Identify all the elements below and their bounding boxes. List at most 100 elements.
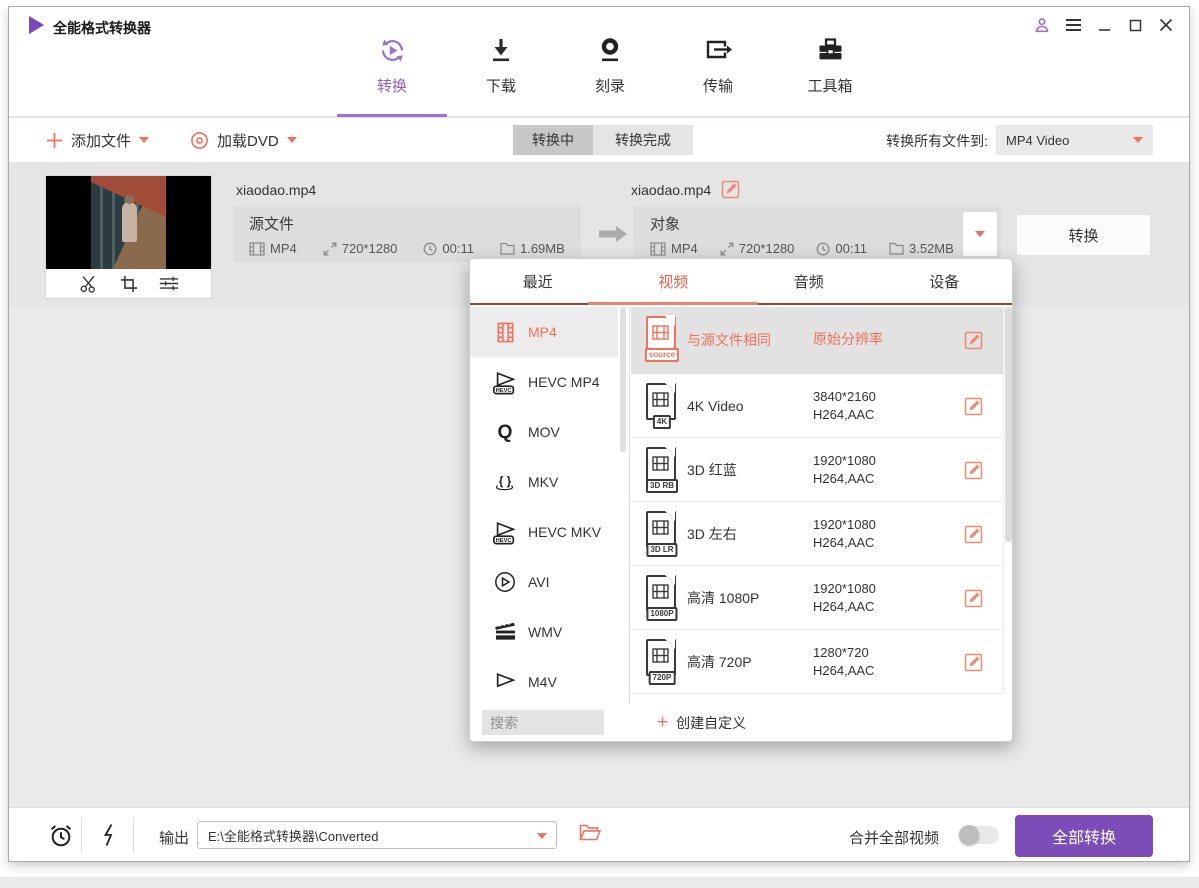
preset-codec: H264,AAC <box>813 407 876 422</box>
output-path-select[interactable] <box>197 821 557 849</box>
edit-preset-icon[interactable] <box>964 331 983 350</box>
film-strip-icon <box>490 322 520 343</box>
format-item-mov[interactable]: Q MOV <box>470 407 618 457</box>
load-dvd-button[interactable]: 加载DVD <box>190 118 297 162</box>
source-info-panel: 源文件 MP4 720*1280 00:11 1.69MB <box>233 206 581 262</box>
format-item-hevc-mp4[interactable]: HEVC HEVC MP4 <box>470 357 618 407</box>
menu-button[interactable] <box>1062 15 1084 35</box>
menu-icon <box>1065 18 1082 32</box>
clock-icon <box>816 242 830 256</box>
merge-videos-label: 合并全部视频 <box>849 827 939 848</box>
preset-resolution: 1920*1080 <box>813 453 876 468</box>
edit-preset-icon[interactable] <box>964 525 983 544</box>
queue-filter-tab-label: 最近 <box>523 271 553 292</box>
format-item-mkv[interactable]: { } MKV <box>470 457 618 507</box>
preset-row[interactable]: 1080P 高清 1080P 1920*1080 H264,AAC <box>631 566 1003 630</box>
edit-preset-icon[interactable] <box>964 653 983 672</box>
queue-filter-tab-label: 音频 <box>794 271 824 292</box>
preset-resolution: 1920*1080 <box>813 581 876 596</box>
search-input[interactable] <box>482 710 604 735</box>
queue-filter-tab-label: 转换中 <box>532 130 574 150</box>
format-item-m4v[interactable]: M4V <box>470 657 618 704</box>
target-format: MP4 <box>671 241 698 256</box>
edit-preset-icon[interactable] <box>964 397 983 416</box>
transfer-icon <box>705 37 732 64</box>
preset-list-scrollbar[interactable] <box>1003 307 1012 694</box>
popup-tab[interactable]: 最近 <box>470 259 606 303</box>
convert-icon <box>379 37 406 64</box>
preset-codec: H264,AAC <box>813 599 876 614</box>
edit-preset-icon[interactable] <box>964 461 983 480</box>
close-button[interactable] <box>1155 15 1177 35</box>
preset-row[interactable]: 3D LR 3D 左右 1920*1080 H264,AAC <box>631 502 1003 566</box>
preset-name: 高清 720P <box>687 630 752 693</box>
format-item-hevc-mkv[interactable]: HEVC HEVC MKV <box>470 507 618 557</box>
tab-burn[interactable]: 刻录 <box>565 37 655 96</box>
queue-filter-tab[interactable]: 转换中 <box>513 125 593 155</box>
preset-badge: 3D LR <box>646 543 677 557</box>
format-item-wmv[interactable]: WMV <box>470 607 618 657</box>
preset-name: 3D 左右 <box>687 502 737 565</box>
output-format-select[interactable]: MP4 Video <box>996 125 1153 155</box>
format-item-mp4[interactable]: MP4 <box>470 307 618 357</box>
create-custom-button[interactable]: + 创建自定义 <box>657 710 746 735</box>
add-files-button[interactable]: 添加文件 <box>46 118 149 162</box>
schedule-icon[interactable] <box>48 823 74 849</box>
clock-icon <box>423 242 437 256</box>
convert-all-button[interactable]: 全部转换 <box>1015 815 1153 857</box>
convert-row-button[interactable]: 转换 <box>1016 214 1151 256</box>
minimize-icon <box>1098 19 1111 32</box>
preset-file-icon: 720P <box>645 639 679 685</box>
window-controls <box>1031 15 1177 35</box>
matroska-icon: { } <box>490 471 520 493</box>
crop-icon[interactable] <box>119 275 139 293</box>
account-button[interactable] <box>1031 15 1053 35</box>
rename-icon[interactable] <box>721 180 740 199</box>
video-thumbnail <box>46 176 211 298</box>
format-item-label: MOV <box>528 424 560 440</box>
app-title: 全能格式转换器 <box>53 18 151 38</box>
output-label: 输出 <box>159 827 189 848</box>
tab-download[interactable]: 下载 <box>456 37 546 96</box>
open-folder-icon[interactable] <box>579 824 601 841</box>
maximize-icon <box>1129 19 1142 32</box>
high-speed-icon[interactable] <box>102 823 115 847</box>
preset-row[interactable]: source 与源文件相同 原始分辨率 <box>631 307 1003 374</box>
output-path-input[interactable] <box>206 827 530 844</box>
format-item-avi[interactable]: AVI <box>470 557 618 607</box>
preset-row[interactable]: 3D RB 3D 红蓝 1920*1080 H264,AAC <box>631 438 1003 502</box>
minimize-button[interactable] <box>1093 15 1115 35</box>
trim-icon[interactable] <box>79 275 99 293</box>
edit-preset-icon[interactable] <box>964 589 983 608</box>
play-circle-icon <box>490 571 520 593</box>
format-list-scrollbar[interactable] <box>620 307 626 704</box>
popup-tab[interactable]: 设备 <box>877 259 1013 303</box>
preset-badge: 720P <box>649 671 676 685</box>
film-icon <box>650 242 666 256</box>
hevc-play-icon: HEVC <box>490 370 520 395</box>
preset-row[interactable]: 720P 高清 720P 1280*720 H264,AAC <box>631 630 1003 694</box>
target-format-dropdown-button[interactable] <box>962 211 998 257</box>
tab-convert[interactable]: 转换 <box>347 37 437 96</box>
tab-transfer[interactable]: 传输 <box>673 37 763 96</box>
maximize-button[interactable] <box>1124 15 1146 35</box>
preset-name: 与源文件相同 <box>687 307 771 373</box>
tab-toolbox[interactable]: 工具箱 <box>785 37 875 96</box>
source-filename: xiaodao.mp4 <box>236 182 316 198</box>
chevron-down-icon[interactable] <box>287 137 297 143</box>
queue-filter-tab[interactable]: 转换完成 <box>593 125 693 155</box>
preset-name: 4K Video <box>687 374 744 437</box>
effects-icon[interactable] <box>159 275 179 293</box>
popup-tab[interactable]: 视频 <box>606 259 742 303</box>
chevron-down-icon <box>1133 137 1143 143</box>
arrow-right-icon <box>597 224 629 244</box>
thumbnail-image <box>46 176 211 269</box>
popup-tab[interactable]: 音频 <box>741 259 877 303</box>
preset-row[interactable]: 4K 4K Video 3840*2160 H264,AAC <box>631 374 1003 438</box>
plus-icon: + <box>657 713 668 732</box>
merge-videos-toggle[interactable] <box>959 826 999 844</box>
chevron-down-icon[interactable] <box>139 137 149 143</box>
preset-codec: H264,AAC <box>813 535 876 550</box>
svg-text:{ }: { } <box>499 474 512 488</box>
preset-resolution: 3840*2160 <box>813 389 876 404</box>
